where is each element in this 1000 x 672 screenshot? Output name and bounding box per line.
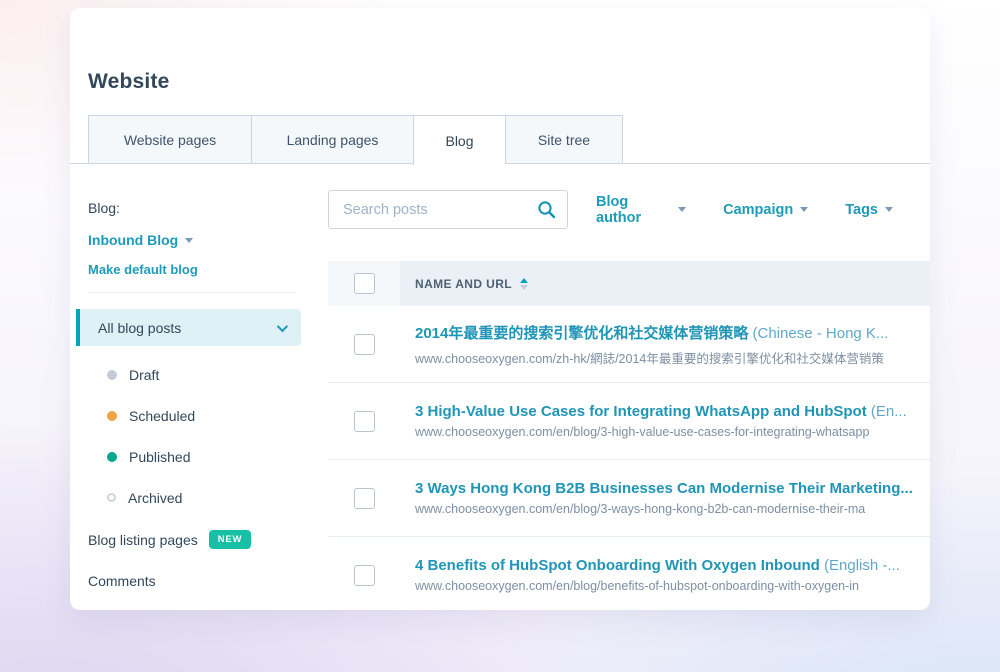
status-label: Archived xyxy=(128,490,182,506)
scheduled-status-dot-icon xyxy=(107,411,117,421)
chevron-down-icon xyxy=(185,238,193,243)
status-label: Published xyxy=(129,449,191,465)
sidebar-item-archived[interactable]: Archived xyxy=(88,477,328,518)
select-all-checkbox[interactable] xyxy=(354,273,375,294)
chevron-down-icon xyxy=(885,207,893,212)
archived-status-dot-icon xyxy=(107,493,116,502)
name-and-url-header[interactable]: NAME AND URL xyxy=(400,261,930,306)
table-header-row: NAME AND URL xyxy=(328,261,930,306)
filter-label: Tags xyxy=(845,202,878,218)
blog-author-filter[interactable]: Blog author xyxy=(596,194,686,226)
blog-selector-value: Inbound Blog xyxy=(88,232,178,248)
sidebar-item-all-blog-posts[interactable]: All blog posts xyxy=(76,309,301,346)
tab-website-pages[interactable]: Website pages xyxy=(88,115,251,164)
row-checkbox[interactable] xyxy=(354,565,375,586)
blog-label: Blog: xyxy=(88,200,328,216)
table-row: 3 Ways Hong Kong B2B Businesses Can Mode… xyxy=(328,460,930,537)
post-title-link[interactable]: 3 High-Value Use Cases for Integrating W… xyxy=(415,403,930,420)
sidebar-item-scheduled[interactable]: Scheduled xyxy=(88,395,328,436)
post-url: www.chooseoxygen.com/en/blog/benefits-of… xyxy=(415,579,930,593)
post-title-link[interactable]: 4 Benefits of HubSpot Onboarding With Ox… xyxy=(415,557,930,574)
search-box xyxy=(328,190,568,229)
post-url: www.chooseoxygen.com/en/blog/3-ways-hong… xyxy=(415,502,930,516)
blog-sidebar: Blog: Inbound Blog Make default blog All… xyxy=(70,164,328,610)
row-checkbox-cell xyxy=(328,306,400,382)
row-checkbox-cell xyxy=(328,460,400,536)
header-checkbox-cell xyxy=(328,261,400,306)
post-title-text: 3 High-Value Use Cases for Integrating W… xyxy=(415,403,867,420)
blog-listing-pages-label: Blog listing pages xyxy=(88,532,198,548)
filter-label: Campaign xyxy=(723,202,793,218)
post-title-suffix: (En... xyxy=(867,403,907,420)
draft-status-dot-icon xyxy=(107,370,117,380)
row-content: 4 Benefits of HubSpot Onboarding With Ox… xyxy=(400,537,930,610)
row-content: 3 Ways Hong Kong B2B Businesses Can Mode… xyxy=(400,460,930,536)
chevron-down-icon xyxy=(277,320,288,331)
search-icon[interactable] xyxy=(537,200,556,224)
row-checkbox[interactable] xyxy=(354,488,375,509)
row-content: 3 High-Value Use Cases for Integrating W… xyxy=(400,383,930,459)
status-label: Scheduled xyxy=(129,408,195,424)
post-title-suffix: (English -... xyxy=(820,557,900,574)
table-row: 2014年最重要的搜索引擎优化和社交媒体营销策略 (Chinese - Hong… xyxy=(328,306,930,383)
table-row: 3 High-Value Use Cases for Integrating W… xyxy=(328,383,930,460)
post-url: www.chooseoxygen.com/zh-hk/網誌/2014年最重要的搜… xyxy=(415,348,930,367)
row-checkbox[interactable] xyxy=(354,334,375,355)
sidebar-item-comments[interactable]: Comments xyxy=(88,573,328,589)
post-url: www.chooseoxygen.com/en/blog/3-high-valu… xyxy=(415,425,930,439)
status-filter-list: Draft Scheduled Published Archived xyxy=(88,354,328,518)
table-row: 4 Benefits of HubSpot Onboarding With Ox… xyxy=(328,537,930,610)
row-checkbox[interactable] xyxy=(354,411,375,432)
status-label: Draft xyxy=(129,367,159,383)
tab-site-tree[interactable]: Site tree xyxy=(505,115,623,164)
post-title-text: 3 Ways Hong Kong B2B Businesses Can Mode… xyxy=(415,480,913,497)
row-content: 2014年最重要的搜索引擎优化和社交媒体营销策略 (Chinese - Hong… xyxy=(400,306,930,382)
search-input[interactable] xyxy=(328,190,568,229)
tab-blog[interactable]: Blog xyxy=(413,115,505,165)
chevron-down-icon xyxy=(800,207,808,212)
sidebar-item-draft[interactable]: Draft xyxy=(88,354,328,395)
blog-selector-dropdown[interactable]: Inbound Blog xyxy=(88,232,328,248)
sidebar-item-published[interactable]: Published xyxy=(88,436,328,477)
campaign-filter[interactable]: Campaign xyxy=(723,194,808,226)
row-checkbox-cell xyxy=(328,383,400,459)
tab-bar: Website pages Landing pages Blog Site tr… xyxy=(88,115,623,165)
sort-ascending-icon xyxy=(520,278,528,283)
post-title-text: 4 Benefits of HubSpot Onboarding With Ox… xyxy=(415,557,820,574)
posts-toolbar: Blog author Campaign Tags xyxy=(328,190,930,229)
post-title-link[interactable]: 3 Ways Hong Kong B2B Businesses Can Mode… xyxy=(415,480,930,497)
sort-icon[interactable] xyxy=(520,278,528,290)
filter-label: Blog author xyxy=(596,194,671,226)
filter-dropdowns: Blog author Campaign Tags xyxy=(596,194,930,226)
sort-descending-icon xyxy=(520,285,528,290)
blog-posts-main: Blog author Campaign Tags NAM xyxy=(328,164,930,610)
post-title-suffix: (Chinese - Hong K... xyxy=(748,325,888,342)
column-header-label: NAME AND URL xyxy=(415,277,512,291)
page-title: Website xyxy=(88,70,170,94)
make-default-blog-link[interactable]: Make default blog xyxy=(88,262,328,277)
post-title-link[interactable]: 2014年最重要的搜索引擎优化和社交媒体营销策略 (Chinese - Hong… xyxy=(415,322,930,343)
website-panel: Website Website pages Landing pages Blog… xyxy=(70,8,930,610)
tab-landing-pages[interactable]: Landing pages xyxy=(251,115,413,164)
post-title-text: 2014年最重要的搜索引擎优化和社交媒体营销策略 xyxy=(415,325,748,342)
published-status-dot-icon xyxy=(107,452,117,462)
sidebar-divider xyxy=(88,292,295,293)
chevron-down-icon xyxy=(678,207,686,212)
new-badge: NEW xyxy=(209,530,252,549)
row-checkbox-cell xyxy=(328,537,400,610)
tags-filter[interactable]: Tags xyxy=(845,194,893,226)
all-blog-posts-label: All blog posts xyxy=(98,320,181,336)
posts-table: NAME AND URL 2014年最重要的搜索引擎优化和社交媒体营销策略 (C… xyxy=(328,261,930,610)
sidebar-item-blog-listing-pages[interactable]: Blog listing pages NEW xyxy=(88,530,328,549)
